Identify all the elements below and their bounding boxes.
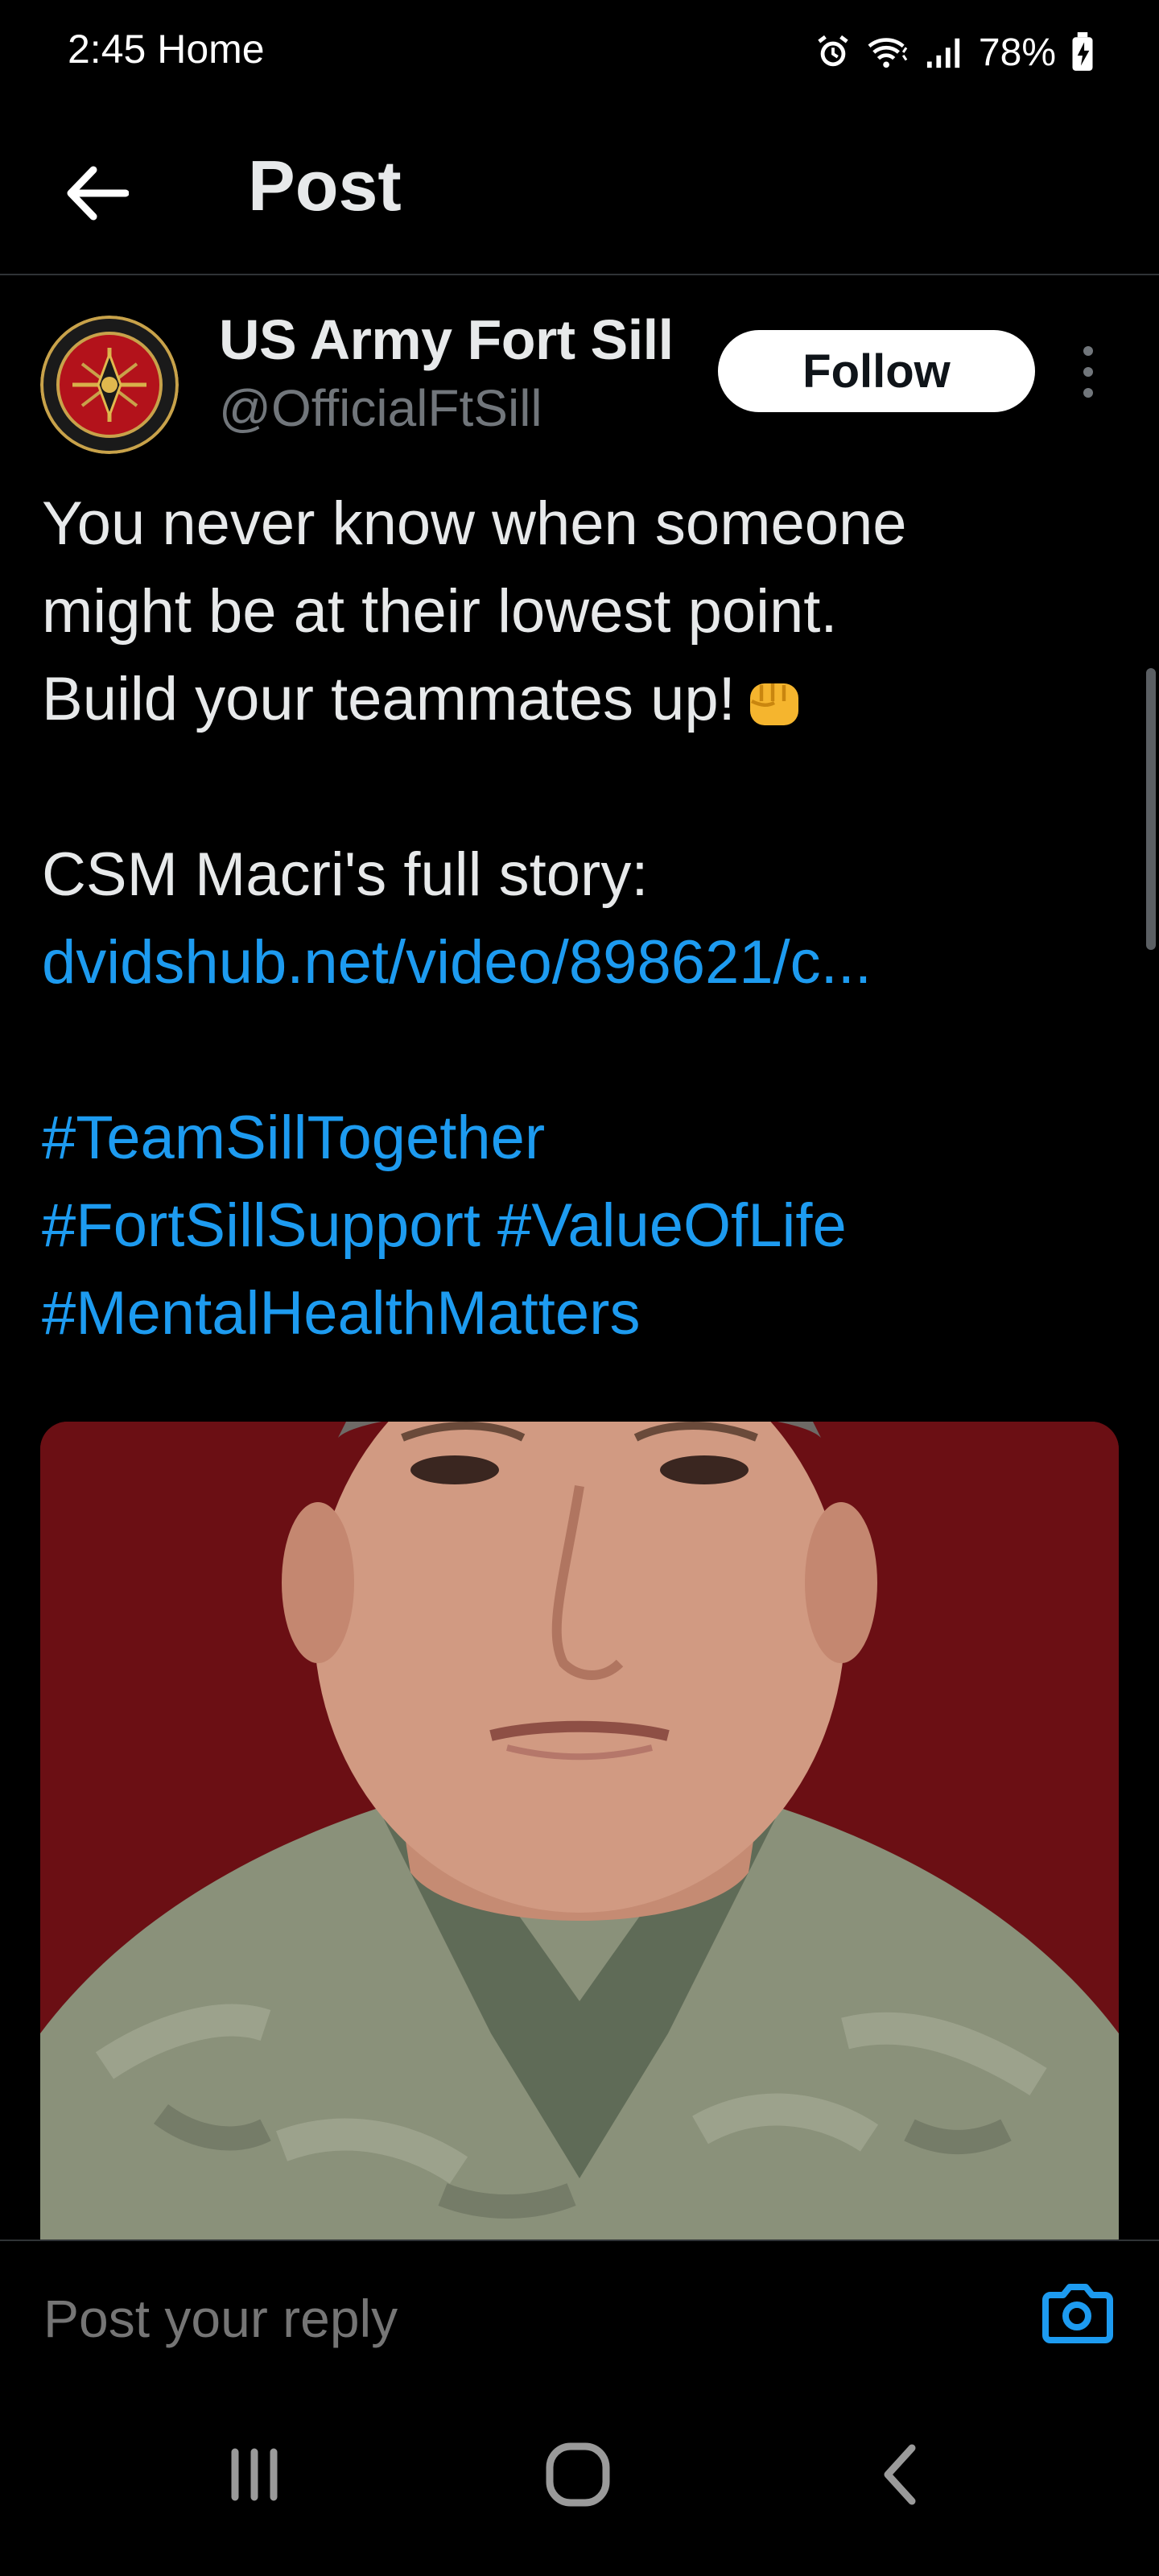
home-icon (546, 2442, 610, 2507)
soldier-video-thumbnail (40, 1422, 1119, 2243)
post-text-segment: Build your teammates up! (42, 665, 736, 733)
post-text-line: You never know when someone (42, 489, 907, 558)
more-dot (1083, 346, 1093, 356)
battery-percent: 78% (978, 31, 1056, 74)
status-icons: 78% (815, 24, 1095, 80)
status-label: Home (157, 27, 265, 72)
author-handle[interactable]: @OfficialFtSill (219, 378, 542, 438)
story-label: CSM Macri's full story: (42, 840, 649, 909)
signal-icon (926, 38, 960, 68)
camera-button[interactable] (1038, 2277, 1116, 2349)
nav-back-button[interactable] (837, 2434, 966, 2515)
wifi-icon (868, 38, 908, 68)
reply-input[interactable] (42, 2281, 971, 2355)
recent-apps-icon (231, 2448, 278, 2501)
back-icon (884, 2444, 916, 2505)
hashtag-link[interactable]: #FortSillSupport (42, 1191, 481, 1260)
hashtag-row: #FortSillSupport #ValueOfLife (42, 1182, 1120, 1269)
camera-icon (1042, 2284, 1113, 2343)
app-header: Post (0, 105, 1159, 275)
more-dot (1083, 367, 1093, 377)
avatar[interactable] (40, 316, 179, 454)
status-bar: 2:45 Home 78% (0, 0, 1159, 105)
scrollbar[interactable] (1146, 668, 1156, 950)
hashtag-link[interactable]: #TeamSillTogether (42, 1104, 545, 1172)
hashtag-link[interactable]: #MentalHealthMatters (42, 1279, 640, 1348)
recent-apps-button[interactable] (190, 2434, 319, 2515)
post-text-line: Build your teammates up! (42, 655, 1120, 743)
post-media-video[interactable] (40, 1422, 1119, 2243)
clock-text: 2:45 (68, 27, 146, 72)
hashtag-row: #MentalHealthMatters (42, 1269, 1120, 1357)
author-name[interactable]: US Army Fort Sill (219, 308, 674, 372)
home-button[interactable] (514, 2434, 642, 2515)
fort-sill-logo-icon (40, 316, 179, 454)
hashtag-row: #TeamSillTogether (42, 1094, 1120, 1182)
page-title: Post (248, 146, 402, 225)
arrow-left-icon (67, 166, 129, 221)
story-link[interactable]: dvidshub.net/video/898621/c... (42, 919, 1120, 1006)
back-button[interactable] (56, 153, 137, 233)
more-options-button[interactable] (1070, 338, 1106, 406)
system-nav-bar (0, 2392, 1159, 2576)
reply-bar (0, 2240, 1159, 2394)
hashtag-link[interactable]: #ValueOfLife (497, 1191, 847, 1260)
raised-fist-emoji-icon (749, 683, 798, 725)
battery-icon (1072, 32, 1093, 71)
follow-button[interactable]: Follow (718, 330, 1035, 412)
post-text: You never know when someone might be at … (42, 480, 1120, 1357)
more-dot (1083, 388, 1093, 398)
post-text-line: might be at their lowest point. (42, 577, 838, 646)
alarm-icon (818, 35, 848, 67)
status-time: 2:45 Home (68, 26, 265, 72)
